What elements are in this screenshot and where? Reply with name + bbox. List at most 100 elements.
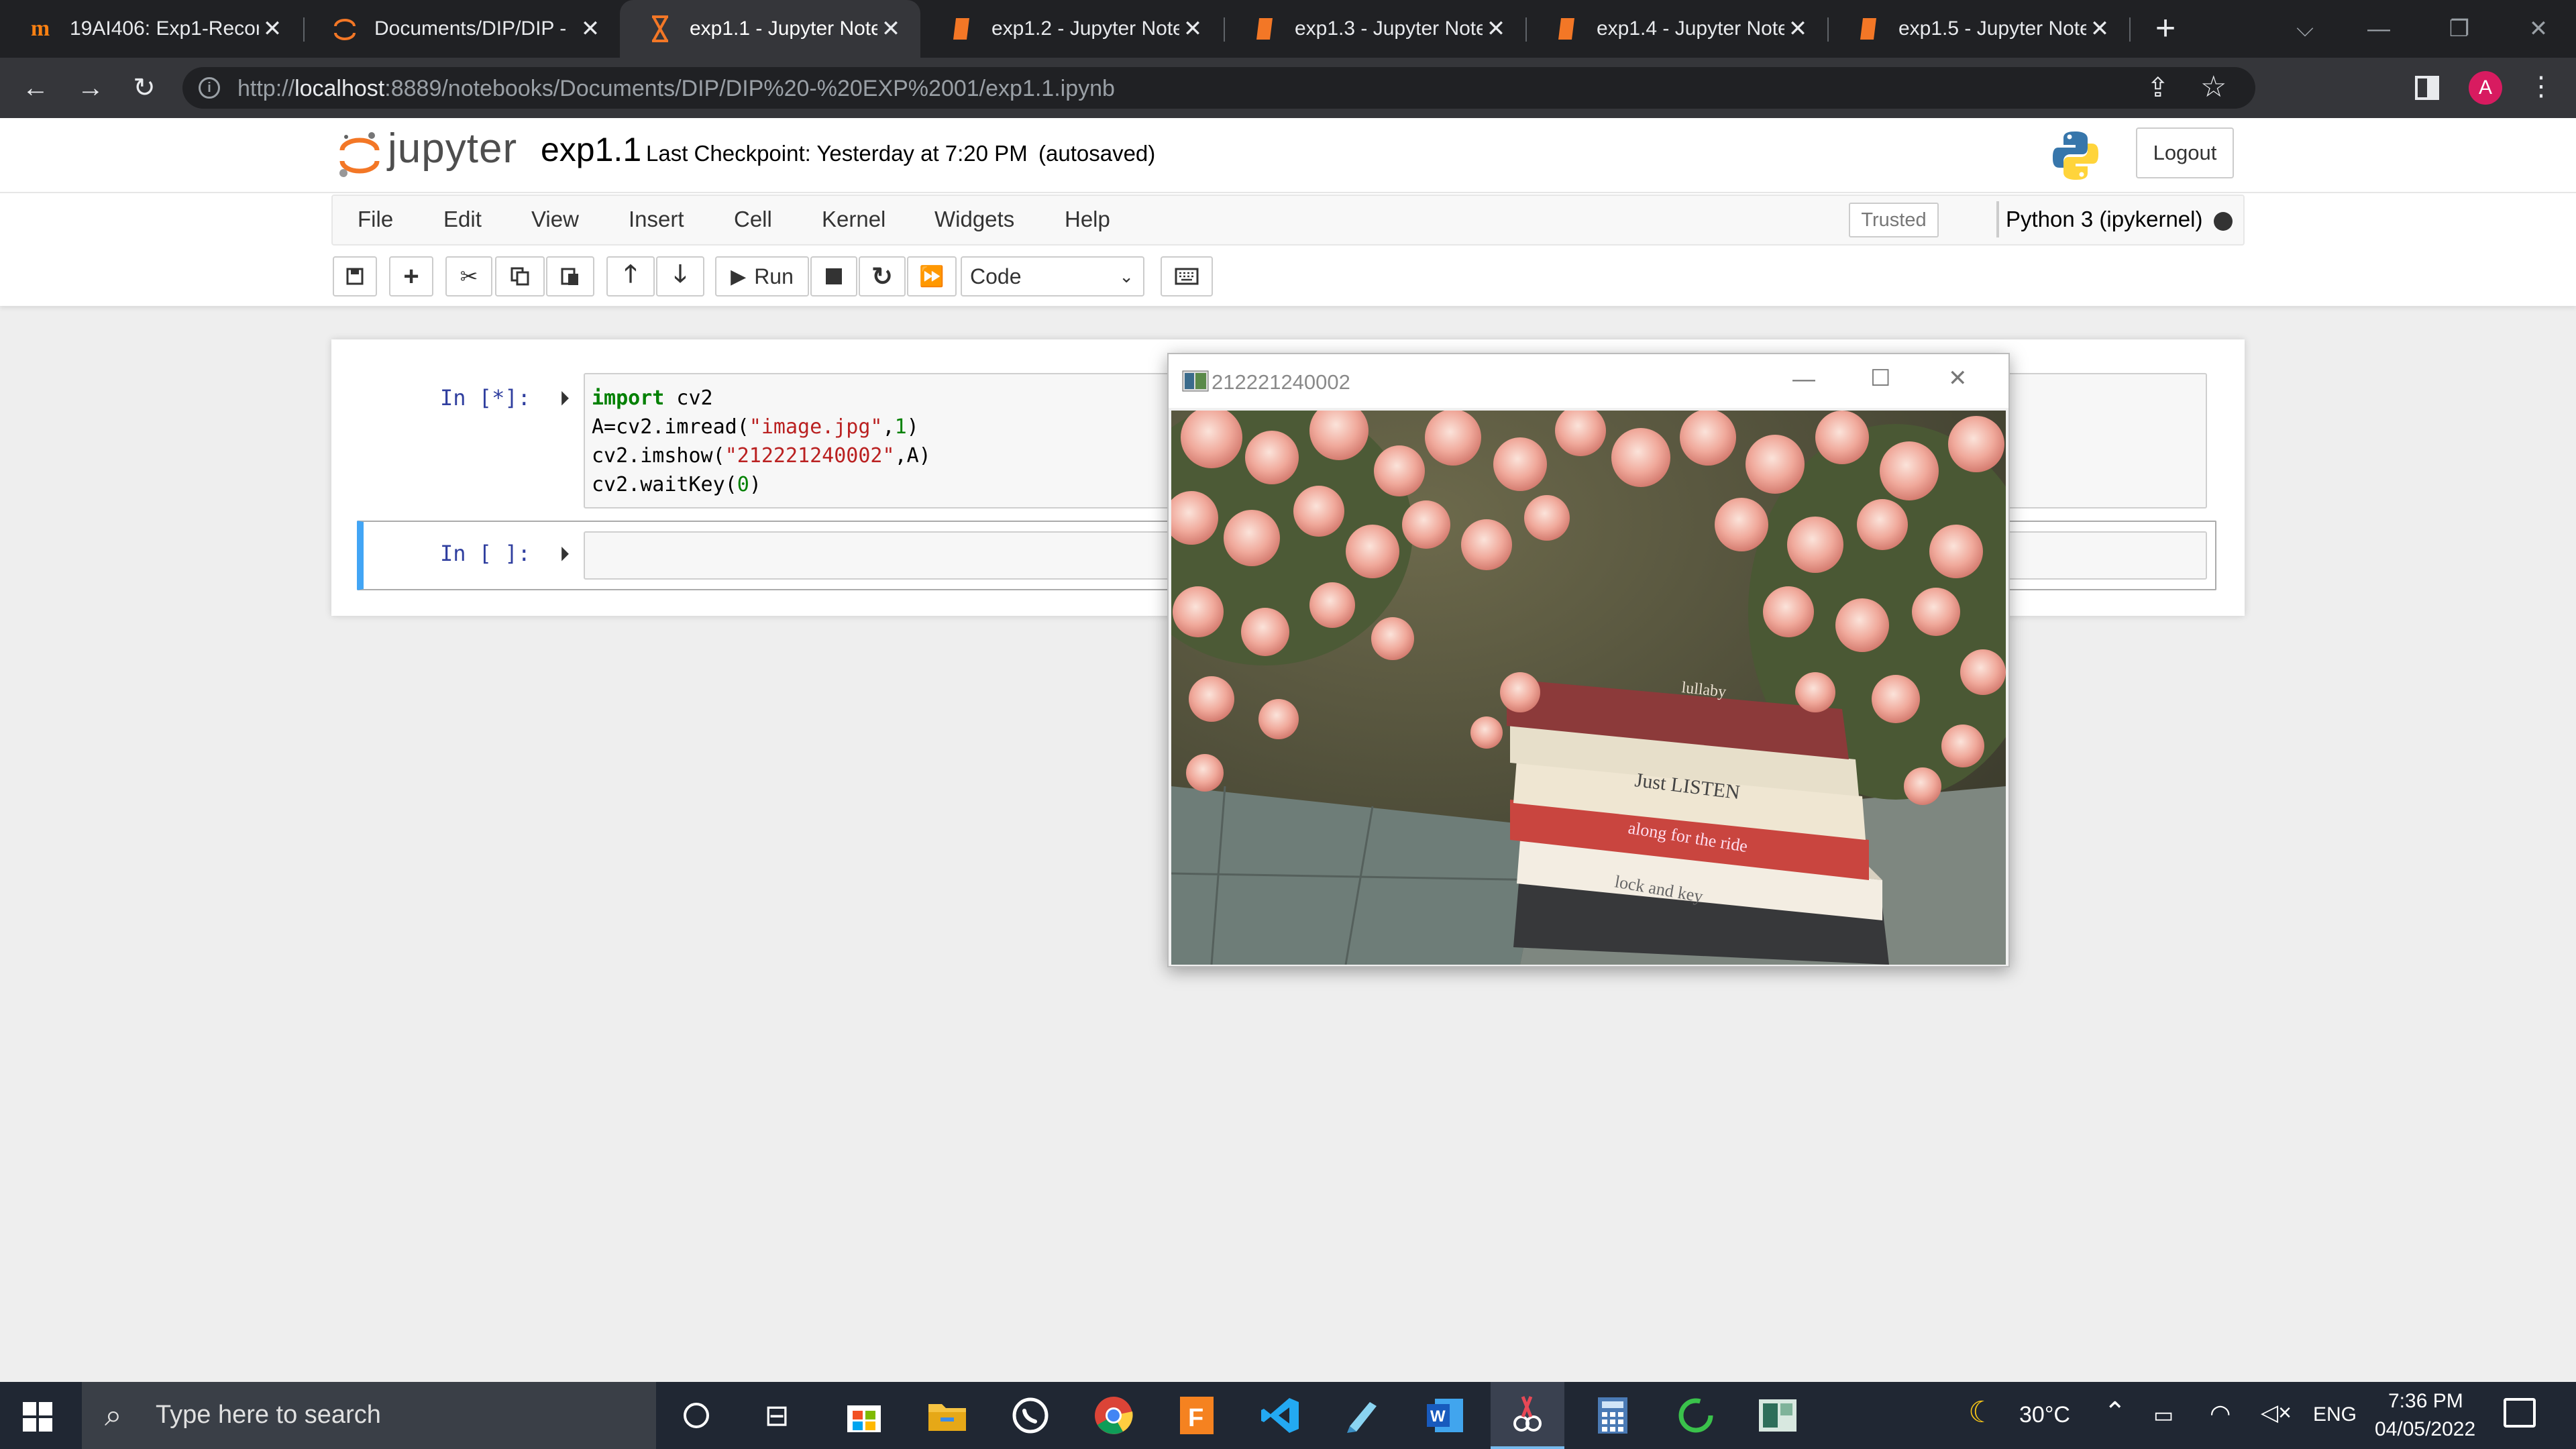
speaker-muted-icon[interactable]: ◁×: [2261, 1399, 2292, 1426]
tab-exp1-3[interactable]: exp1.3 - Jupyter Note ✕: [1225, 0, 1525, 58]
tab-documents-dip[interactable]: Documents/DIP/DIP - ✕: [305, 0, 620, 58]
tab-search-icon[interactable]: ⌵: [2267, 0, 2343, 58]
close-window-icon[interactable]: ✕: [2501, 0, 2576, 58]
menu-cell[interactable]: Cell: [734, 207, 772, 232]
loading-app-icon[interactable]: [1674, 1394, 1717, 1437]
vscode-icon[interactable]: [1258, 1394, 1301, 1437]
menu-edit[interactable]: Edit: [443, 207, 482, 232]
close-tab-icon[interactable]: ✕: [1179, 15, 1206, 42]
close-tab-icon[interactable]: ✕: [2086, 15, 2113, 42]
tab-exp1-5[interactable]: exp1.5 - Jupyter Note ✕: [1829, 0, 2129, 58]
paste-icon: [561, 268, 578, 285]
bookmark-star-icon[interactable]: ☆: [2200, 70, 2226, 104]
chrome-icon[interactable]: [1092, 1394, 1135, 1437]
play-icon: ▶: [731, 265, 747, 288]
close-tab-icon[interactable]: ✕: [577, 15, 604, 42]
taskbar-search-box[interactable]: ⌕ Type here to search: [82, 1382, 656, 1449]
notification-center-icon[interactable]: [2504, 1398, 2536, 1428]
file-explorer-icon[interactable]: [926, 1394, 969, 1437]
image-window-titlebar[interactable]: 212221240002 — ☐ ✕: [1169, 354, 2008, 408]
notebook-name[interactable]: exp1.1: [541, 130, 641, 169]
menu-file[interactable]: File: [358, 207, 393, 232]
calculator-icon[interactable]: [1591, 1394, 1634, 1437]
restore-icon[interactable]: ❐: [2422, 0, 2497, 58]
windows-taskbar: ⌕ Type here to search ⊟ F W ☾ 30°C ⌃ ▭ ◠…: [0, 1382, 2576, 1449]
weather-temperature[interactable]: 30°C: [2019, 1402, 2070, 1428]
language-indicator[interactable]: ENG: [2313, 1403, 2357, 1426]
wifi-icon[interactable]: ◠: [2210, 1399, 2231, 1428]
whatsapp-icon[interactable]: [1009, 1394, 1052, 1437]
menu-help[interactable]: Help: [1065, 207, 1110, 232]
foxit-reader-icon[interactable]: F: [1175, 1394, 1218, 1437]
opencv-image-window[interactable]: 212221240002 — ☐ ✕ lullaby Just LISTEN a…: [1167, 353, 2010, 967]
run-button[interactable]: ▶ Run: [715, 256, 809, 297]
cell-type-select[interactable]: Code ⌄: [961, 256, 1144, 297]
close-tab-icon[interactable]: ✕: [1483, 15, 1509, 42]
run-cell-icon[interactable]: ⏵: [559, 543, 570, 566]
clock-time[interactable]: 7:36 PM: [2388, 1390, 2463, 1413]
image-viewer-icon[interactable]: [1756, 1394, 1799, 1437]
side-panel-icon[interactable]: [2415, 76, 2439, 100]
python-logo-icon: [2050, 129, 2101, 182]
address-bar[interactable]: i http://localhost:8889/notebooks/Docume…: [182, 67, 2255, 109]
microsoft-store-icon[interactable]: [843, 1394, 885, 1437]
command-palette-button[interactable]: [1161, 256, 1213, 297]
menu-kernel[interactable]: Kernel: [822, 207, 885, 232]
close-icon[interactable]: ✕: [1948, 365, 1968, 392]
share-icon[interactable]: ⇪: [2147, 72, 2169, 103]
tab-exp1-1[interactable]: exp1.1 - Jupyter Note ✕: [620, 0, 920, 58]
profile-avatar[interactable]: A: [2469, 71, 2502, 105]
book-icon: [949, 15, 975, 42]
copy-icon: [511, 267, 529, 286]
site-info-icon[interactable]: i: [199, 77, 220, 99]
weather-moon-icon[interactable]: ☾: [1968, 1395, 1994, 1430]
battery-icon[interactable]: ▭: [2153, 1402, 2174, 1428]
notepad-icon[interactable]: [1340, 1394, 1383, 1437]
save-button[interactable]: [333, 256, 377, 297]
minimize-icon[interactable]: —: [2341, 0, 2416, 58]
close-tab-icon[interactable]: ✕: [1784, 15, 1811, 42]
reload-icon[interactable]: ↻: [126, 70, 162, 106]
cortana-icon[interactable]: [675, 1394, 718, 1437]
restart-button[interactable]: ↻: [859, 256, 906, 297]
close-tab-icon[interactable]: ✕: [877, 15, 904, 42]
close-tab-icon[interactable]: ✕: [259, 15, 286, 42]
jupyter-logo-icon[interactable]: [337, 127, 382, 181]
move-down-button[interactable]: 🡓: [656, 256, 704, 297]
hourglass-icon: [647, 15, 674, 42]
copy-button[interactable]: [495, 256, 545, 297]
menu-view[interactable]: View: [531, 207, 579, 232]
tab-exp1-2[interactable]: exp1.2 - Jupyter Note ✕: [922, 0, 1222, 58]
more-menu-icon[interactable]: ⋮: [2528, 71, 2555, 102]
run-cell-icon[interactable]: ⏵: [559, 388, 570, 411]
browser-toolbar: ← → ↻ i http://localhost:8889/notebooks/…: [0, 58, 2576, 118]
clock-date[interactable]: 04/05/2022: [2375, 1418, 2475, 1441]
menu-insert[interactable]: Insert: [629, 207, 684, 232]
interrupt-button[interactable]: [810, 256, 857, 297]
word-icon[interactable]: W: [1424, 1394, 1466, 1437]
forward-icon[interactable]: →: [72, 70, 109, 106]
cut-button[interactable]: ✂: [445, 256, 492, 297]
tab-19ai406[interactable]: m 19AI406: Exp1-Record ✕: [0, 0, 302, 58]
logout-button[interactable]: Logout: [2136, 127, 2234, 178]
new-tab-button[interactable]: +: [2144, 7, 2187, 50]
tab-exp1-4[interactable]: exp1.4 - Jupyter Note ✕: [1527, 0, 1827, 58]
minimize-icon[interactable]: —: [1792, 366, 1815, 392]
maximize-icon[interactable]: ☐: [1870, 365, 1890, 392]
restart-run-all-button[interactable]: ⏩: [907, 256, 957, 297]
trusted-badge[interactable]: Trusted: [1849, 203, 1939, 237]
taskbar-active-app[interactable]: [1491, 1382, 1564, 1449]
insert-cell-button[interactable]: +: [389, 256, 433, 297]
chevron-down-icon: ⌄: [1119, 266, 1134, 286]
kernel-name[interactable]: Python 3 (ipykernel): [2006, 207, 2202, 232]
task-view-icon[interactable]: ⊟: [755, 1394, 798, 1437]
search-placeholder: Type here to search: [156, 1401, 381, 1429]
back-icon[interactable]: ←: [17, 70, 54, 106]
chevron-up-icon[interactable]: ⌃: [2104, 1397, 2127, 1428]
menu-widgets[interactable]: Widgets: [934, 207, 1014, 232]
windows-start-icon[interactable]: [23, 1402, 52, 1432]
snipping-tool-icon: [1513, 1396, 1542, 1432]
paste-button[interactable]: [546, 256, 594, 297]
move-up-button[interactable]: 🡑: [606, 256, 655, 297]
jupyter-wordmark: jupyter: [388, 125, 518, 172]
